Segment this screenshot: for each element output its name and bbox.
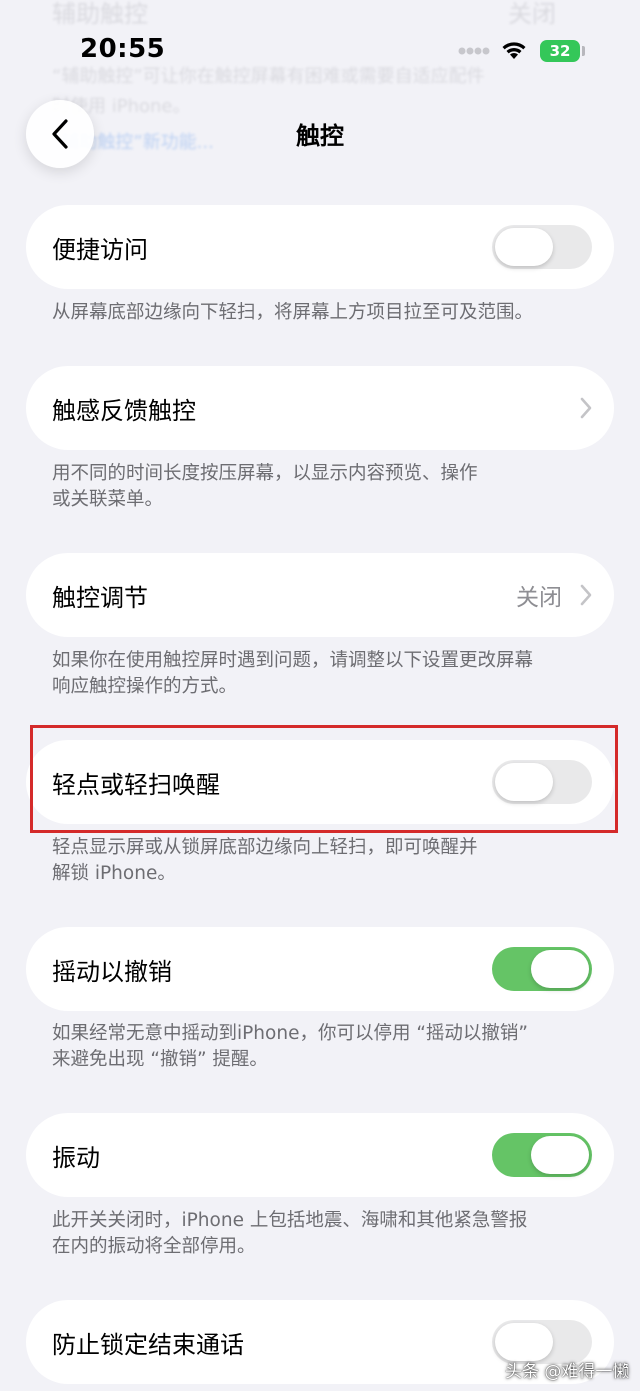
setting-touch-accommodations[interactable]: 触控调节 关闭 xyxy=(26,553,614,637)
watermark: 头条 @难得一懒 xyxy=(505,1362,630,1382)
footer-line: 如果经常无意中摇动到iPhone，你可以停用 “摇动以撤销” xyxy=(52,1023,528,1044)
status-bar: 20:55 32 xyxy=(0,0,640,100)
page-title: 触控 xyxy=(296,122,344,150)
chevron-right-icon xyxy=(580,584,592,606)
footer-line: 来避免出现 “撤销” 提醒。 xyxy=(52,1049,268,1070)
battery-tip xyxy=(582,46,585,56)
wifi-icon xyxy=(502,42,526,59)
setting-vibration: 振动 xyxy=(26,1113,614,1197)
battery-icon: 32 xyxy=(540,40,580,62)
footer-line: 如果你在使用触控屏时遇到问题，请调整以下设置更改屏幕 xyxy=(52,650,534,671)
setting-label: 振动 xyxy=(52,1143,100,1172)
cellular-icon xyxy=(458,47,490,55)
setting-footer: 此开关关闭时，iPhone 上包括地震、海啸和其他紧急警报 在内的振动将全部停用… xyxy=(52,1208,572,1260)
shake-to-undo-toggle[interactable] xyxy=(492,947,592,991)
setting-label: 摇动以撤销 xyxy=(52,957,172,986)
footer-line: 从屏幕底部边缘向下轻扫，将屏幕上方项目拉至可及范围。 xyxy=(52,302,534,323)
setting-footer: 从屏幕底部边缘向下轻扫，将屏幕上方项目拉至可及范围。 xyxy=(52,300,572,326)
chevron-right-icon xyxy=(580,397,592,419)
toggle-knob xyxy=(495,1323,553,1361)
footer-line: 用不同的时间长度按压屏幕，以显示内容预览、操作 xyxy=(52,463,478,484)
setting-label: 触感反馈触控 xyxy=(52,396,196,425)
setting-footer: 用不同的时间长度按压屏幕，以显示内容预览、操作 或关联菜单。 xyxy=(52,461,572,513)
setting-footer: 轻点显示屏或从锁屏底部边缘向上轻扫，即可唤醒并 解锁 iPhone。 xyxy=(52,835,572,887)
setting-label: 触控调节 xyxy=(52,583,148,612)
footer-line: 解锁 iPhone。 xyxy=(52,863,176,884)
status-time: 20:55 xyxy=(80,34,166,64)
toggle-knob xyxy=(531,1136,589,1174)
battery-level: 32 xyxy=(549,42,571,60)
footer-line: 响应触控操作的方式。 xyxy=(52,676,238,697)
setting-label: 便捷访问 xyxy=(52,235,148,264)
setting-footer: 如果经常无意中摇动到iPhone，你可以停用 “摇动以撤销” 来避免出现 “撤销… xyxy=(52,1021,572,1073)
vibration-toggle[interactable] xyxy=(492,1133,592,1177)
toggle-knob xyxy=(531,950,589,988)
setting-value: 关闭 xyxy=(516,585,562,611)
setting-label: 防止锁定结束通话 xyxy=(52,1330,244,1359)
setting-footer: 如果你在使用触控屏时遇到问题，请调整以下设置更改屏幕 响应触控操作的方式。 xyxy=(52,648,572,700)
setting-reachability: 便捷访问 xyxy=(26,205,614,289)
toggle-knob xyxy=(495,228,553,266)
highlight-annotation xyxy=(30,725,618,833)
footer-line: 此开关关闭时，iPhone 上包括地震、海啸和其他紧急警报 xyxy=(52,1210,528,1231)
footer-line: 在内的振动将全部停用。 xyxy=(52,1236,256,1257)
footer-line: 或关联菜单。 xyxy=(52,489,164,510)
setting-shake-to-undo: 摇动以撤销 xyxy=(26,927,614,1011)
setting-haptic-touch[interactable]: 触感反馈触控 xyxy=(26,366,614,450)
reachability-toggle[interactable] xyxy=(492,225,592,269)
footer-line: 轻点显示屏或从锁屏底部边缘向上轻扫，即可唤醒并 xyxy=(52,837,478,858)
